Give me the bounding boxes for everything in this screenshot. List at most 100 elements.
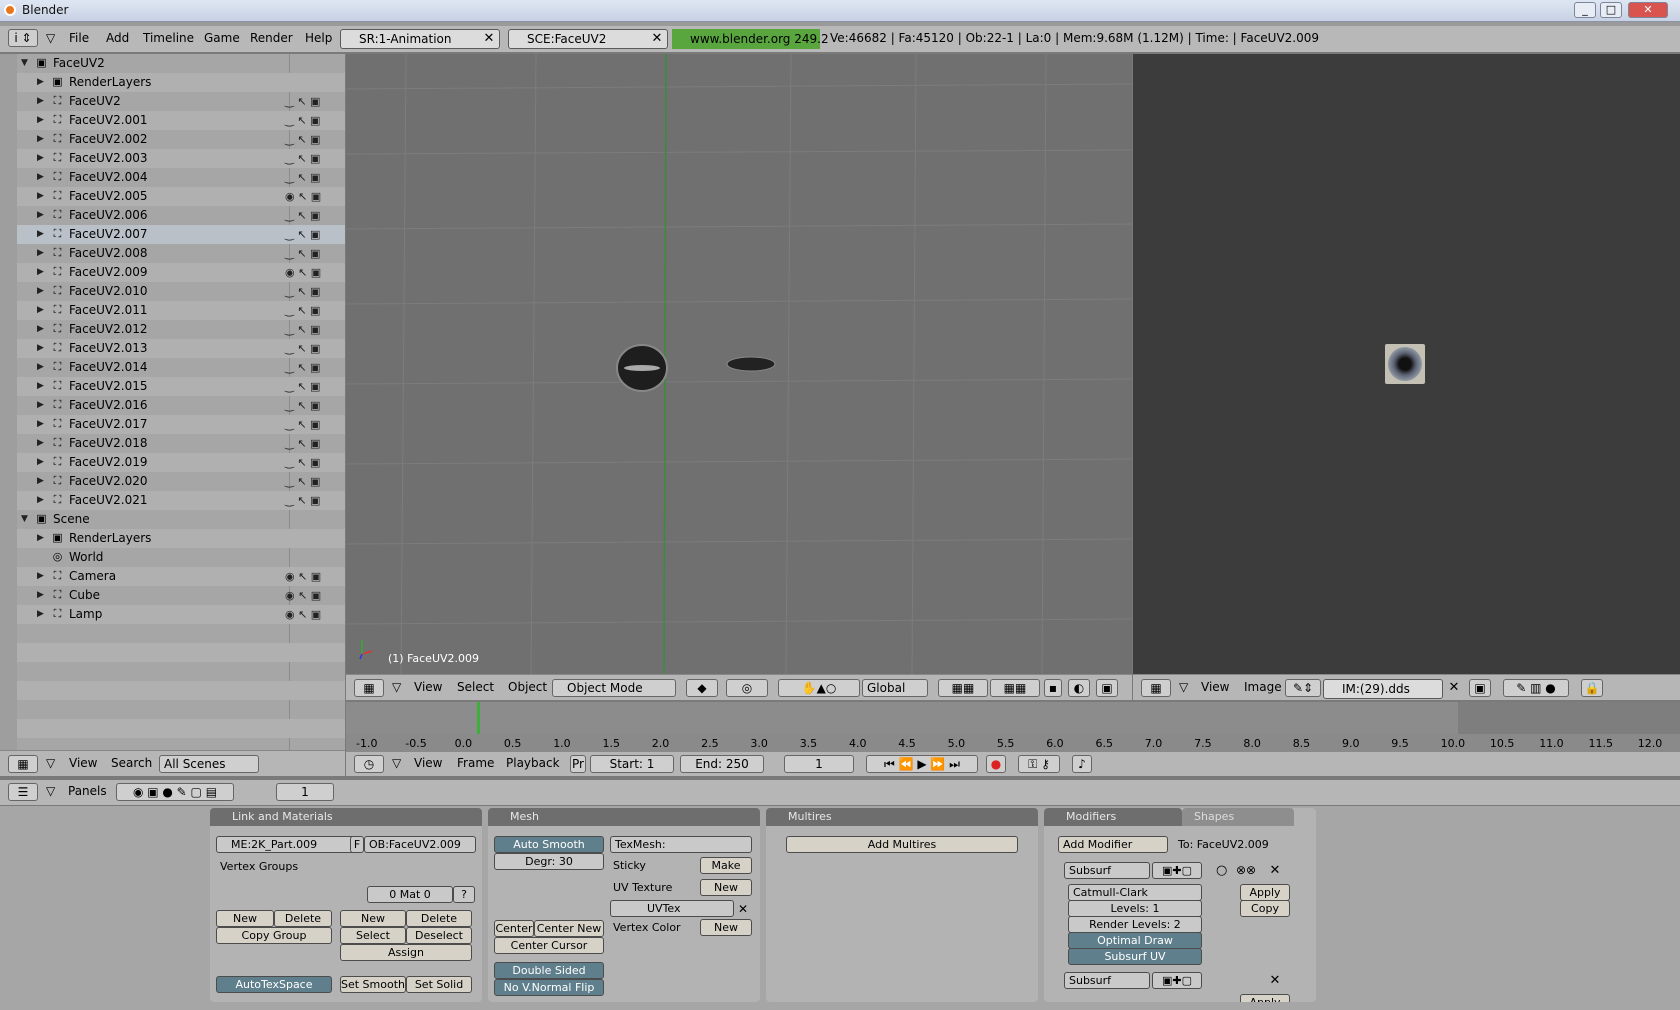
outliner-row-label[interactable]: FaceUV2.014 <box>69 358 147 377</box>
outliner-menu-collapse-icon[interactable]: ▽ <box>46 756 55 770</box>
outliner-row-label[interactable]: RenderLayers <box>69 529 151 548</box>
material-delete-button[interactable]: Delete <box>406 910 472 927</box>
restrict-toggles-icons[interactable]: ◉ ↖ ▣ <box>285 263 321 282</box>
outliner-row-label[interactable]: Lamp <box>69 605 102 624</box>
record-icon[interactable]: ● <box>986 755 1006 773</box>
outliner-row[interactable]: ▶ ⛶ FaceUV2.001 ‿ ↖ ▣ <box>17 111 345 130</box>
material-deselect-button[interactable]: Deselect <box>406 927 472 944</box>
expand-triangle-icon[interactable]: ▶ <box>37 491 44 510</box>
modifier-name-field[interactable]: Subsurf <box>1064 862 1150 879</box>
restrict-toggles-icons[interactable]: ◉ ↖ ▣ <box>285 567 321 586</box>
image-pin-icon[interactable]: ✎⇕ <box>1285 679 1321 697</box>
current-frame-marker[interactable] <box>477 702 480 734</box>
expand-triangle-icon[interactable]: ▶ <box>37 282 44 301</box>
expand-triangle-icon[interactable]: ▶ <box>37 415 44 434</box>
ogl-render-icon[interactable]: ◐ <box>1068 679 1090 697</box>
restrict-toggles-icons[interactable]: ‿ ↖ ▣ <box>285 111 320 130</box>
render-icon[interactable]: ▣ <box>1096 679 1118 697</box>
3d-viewport[interactable]: (1) FaceUV2.009 <box>346 54 1132 674</box>
outliner-row-label[interactable]: FaceUV2.010 <box>69 282 147 301</box>
pivot-icon[interactable]: ◎ <box>726 679 768 697</box>
3d-object-menu[interactable]: Object <box>508 680 547 694</box>
mesh-panel-title[interactable]: Mesh <box>488 808 760 826</box>
material-new-button[interactable]: New <box>340 910 406 927</box>
expand-triangle-icon[interactable]: ▶ <box>37 472 44 491</box>
layer-buttons-2[interactable]: ▦▦ <box>990 679 1040 697</box>
restrict-toggles-icons[interactable]: ‿ ↖ ▣ <box>285 377 320 396</box>
uv-texture-new-button[interactable]: New <box>700 879 752 896</box>
expand-triangle-icon[interactable]: ▶ <box>37 244 44 263</box>
image-image-menu[interactable]: Image <box>1244 680 1282 694</box>
expand-triangle-icon[interactable]: ▶ <box>37 149 44 168</box>
image-unlink-icon[interactable]: ✕ <box>1445 679 1463 697</box>
smooth-degree-field[interactable]: Degr: 30 <box>494 853 604 870</box>
expand-triangle-icon[interactable]: ▶ <box>37 358 44 377</box>
expand-triangle-icon[interactable]: ▶ <box>37 377 44 396</box>
screen-delete-icon[interactable]: ✕ <box>480 30 498 48</box>
end-frame-field[interactable]: End: 250 <box>680 755 764 773</box>
outliner-editor-type-icon[interactable]: ▦ <box>8 755 38 773</box>
restrict-toggles-icons[interactable]: ‿ ↖ ▣ <box>285 472 320 491</box>
expand-triangle-icon[interactable]: ▶ <box>37 168 44 187</box>
set-solid-button[interactable]: Set Solid <box>406 976 472 993</box>
outliner-row[interactable]: ▶ ⛶ Camera ◉ ↖ ▣ <box>17 567 345 586</box>
outliner-row[interactable]: ▶ ⛶ FaceUV2.008 ‿ ↖ ▣ <box>17 244 345 263</box>
outliner-row[interactable]: ▶ ⛶ Lamp ◉ ↖ ▣ <box>17 605 345 624</box>
outliner-row-label[interactable]: FaceUV2.001 <box>69 111 147 130</box>
image-paint-icons[interactable]: ✎ ▥ ● <box>1503 679 1569 697</box>
restrict-toggles-icons[interactable]: ‿ ↖ ▣ <box>285 453 320 472</box>
restrict-toggles-icons[interactable]: ‿ ↖ ▣ <box>285 168 320 187</box>
menu-game[interactable]: Game <box>204 31 240 45</box>
expand-triangle-icon[interactable]: ▶ <box>37 529 44 548</box>
screen-selector[interactable]: SR:1-Animation <box>340 29 500 49</box>
uvtex-layer-field[interactable]: UVTex <box>610 900 734 917</box>
outliner-row-label[interactable]: Scene <box>53 510 90 529</box>
restrict-toggles-icons[interactable]: ‿ ↖ ▣ <box>285 225 320 244</box>
timeline-editor-type-icon[interactable]: ◷ <box>354 755 384 773</box>
add-multires-button[interactable]: Add Multires <box>786 836 1018 853</box>
restrict-toggles-icons[interactable]: ‿ ↖ ▣ <box>285 320 320 339</box>
orientation-select[interactable]: Global <box>862 679 928 697</box>
outliner-row-label[interactable]: FaceUV2.019 <box>69 453 147 472</box>
image-editor-type-icon[interactable]: ▦ <box>1141 679 1171 697</box>
eyelid-mesh[interactable] <box>726 356 776 372</box>
expand-triangle-icon[interactable]: ▶ <box>37 111 44 130</box>
restrict-toggles-icons[interactable]: ◉ ↖ ▣ <box>285 586 321 605</box>
outliner-row[interactable]: ▶ ⛶ FaceUV2.021 ‿ ↖ ▣ <box>17 491 345 510</box>
buttons-frame-field[interactable]: 1 <box>276 783 334 801</box>
expand-triangle-icon[interactable]: ▶ <box>37 605 44 624</box>
outliner-row-label[interactable]: FaceUV2.016 <box>69 396 147 415</box>
outliner-row[interactable]: ▶ ⛶ FaceUV2.004 ‿ ↖ ▣ <box>17 168 345 187</box>
center-button[interactable]: Center <box>494 920 534 937</box>
center-new-button[interactable]: Center New <box>534 920 604 937</box>
restrict-toggles-icons[interactable]: ‿ ↖ ▣ <box>285 301 320 320</box>
start-frame-field[interactable]: Start: 1 <box>590 755 674 773</box>
copy-group-button[interactable]: Copy Group <box>216 927 332 944</box>
scene-selector[interactable]: SCE:FaceUV2 <box>508 29 668 49</box>
expand-triangle-icon[interactable]: ▶ <box>37 206 44 225</box>
outliner-row-label[interactable]: FaceUV2.017 <box>69 415 147 434</box>
material-assign-button[interactable]: Assign <box>340 944 472 961</box>
mesh-datablock-field[interactable]: ME:2K_Part.009 <box>216 836 356 853</box>
image-editor[interactable] <box>1133 54 1680 674</box>
scene-delete-icon[interactable]: ✕ <box>648 30 666 48</box>
expand-triangle-icon[interactable]: ▶ <box>37 453 44 472</box>
subsurf-uv-toggle[interactable]: Subsurf UV <box>1068 948 1202 965</box>
outliner-row-label[interactable]: FaceUV2 <box>53 54 105 73</box>
expand-triangle-icon[interactable]: ▶ <box>37 187 44 206</box>
manipulator-icons[interactable]: ✋▲○ <box>778 679 860 697</box>
outliner-row[interactable]: ▶ ⛶ FaceUV2.007 ‿ ↖ ▣ <box>17 225 345 244</box>
outliner-row-label[interactable]: FaceUV2.020 <box>69 472 147 491</box>
maximize-button[interactable]: □ <box>1600 2 1622 18</box>
restrict-toggles-icons[interactable]: ‿ ↖ ▣ <box>285 491 320 510</box>
image-view-menu[interactable]: View <box>1201 680 1229 694</box>
outliner-row-label[interactable]: World <box>69 548 103 567</box>
sticky-make-button[interactable]: Make <box>700 857 752 874</box>
3d-view-menu[interactable]: View <box>414 680 442 694</box>
blender-site-link[interactable]: www.blender.org 249.2 <box>672 29 829 49</box>
modifier-apply-button[interactable]: Apply <box>1240 884 1290 901</box>
material-index-field[interactable]: 0 Mat 0 <box>367 886 453 903</box>
outliner-row-label[interactable]: FaceUV2 <box>69 92 121 111</box>
close-window-button[interactable]: ✕ <box>1628 2 1668 18</box>
modifier2-display-icons[interactable]: ▣✚▢ <box>1152 972 1202 989</box>
